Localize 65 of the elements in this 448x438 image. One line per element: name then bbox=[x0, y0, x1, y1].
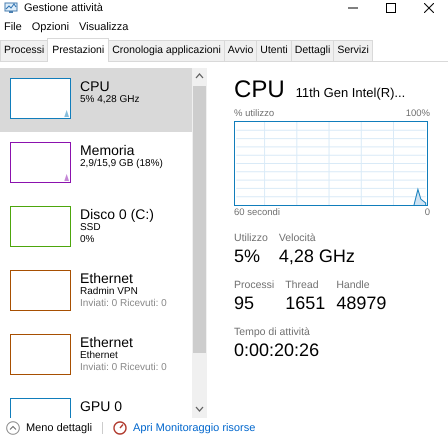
sidebar-item-subtitle: Radmin VPN bbox=[80, 286, 139, 298]
stat-label: Handle bbox=[336, 279, 371, 292]
axis-label: 0 bbox=[424, 206, 430, 220]
graph-thumbnail bbox=[10, 142, 71, 183]
stat-value: 4,28 GHz bbox=[278, 245, 355, 268]
stat-value: 95 bbox=[234, 292, 256, 314]
sidebar-item-title: Ethernet bbox=[80, 270, 134, 286]
detail-title: CPU bbox=[234, 76, 285, 104]
monitor-icon bbox=[4, 2, 18, 14]
sidebar-item-title: Memoria bbox=[80, 142, 136, 158]
sidebar-item-subtitle: 5% 4,28 GHz bbox=[80, 94, 140, 106]
stat-label: Tempo di attività bbox=[234, 326, 311, 340]
stat-value: 5% bbox=[234, 245, 262, 268]
sidebar-item-title: GPU 0 bbox=[80, 398, 122, 414]
tab[interactable]: Prestazioni bbox=[47, 38, 110, 62]
window-title: Gestione attività bbox=[24, 0, 104, 16]
tab[interactable]: Cronologia applicazioni bbox=[108, 40, 225, 61]
menu-item[interactable]: Visualizza bbox=[79, 18, 128, 36]
sidebar-item-title: Ethernet bbox=[80, 334, 134, 350]
menu-item[interactable]: File bbox=[4, 18, 22, 36]
tab[interactable]: Dettagli bbox=[290, 40, 334, 61]
axis-label: % utilizzo bbox=[234, 106, 274, 121]
sidebar-item-note: Inviati: 0 Ricevuti: 0 bbox=[80, 362, 168, 374]
close-icon[interactable] bbox=[424, 3, 434, 13]
selected-sidebar-item[interactable]: CPU 5% 4,28 GHz bbox=[0, 68, 192, 132]
scrollbar[interactable] bbox=[192, 68, 207, 418]
graph-thumbnail bbox=[10, 206, 71, 247]
less-details-link[interactable]: Meno dettagli bbox=[26, 420, 92, 436]
sidebar-item-subtitle: Ethernet bbox=[80, 350, 119, 362]
sidebar-item-note: Inviati: 0 Ricevuti: 0 bbox=[80, 298, 168, 310]
axis-label: 60 secondi bbox=[234, 206, 280, 220]
axis-label: 100% bbox=[406, 106, 430, 121]
menu-item[interactable]: Opzioni bbox=[32, 18, 70, 36]
resource-monitor-link[interactable]: Apri Monitoraggio risorse bbox=[133, 420, 256, 436]
gauge-icon bbox=[113, 421, 128, 435]
sidebar-item-subtitle: 0% bbox=[80, 234, 96, 246]
scroll-up-icon[interactable] bbox=[195, 73, 204, 79]
stat-value: 1651 bbox=[285, 292, 326, 314]
sidebar-item-title: Disco 0 (C:) bbox=[80, 206, 154, 222]
sidebar-item[interactable]: GPU 0 bbox=[0, 388, 192, 418]
tab[interactable]: Servizi bbox=[333, 40, 373, 61]
graph-thumbnail bbox=[10, 334, 71, 375]
scrollbar-thumb[interactable] bbox=[193, 86, 206, 353]
stat-value: 48979 bbox=[336, 292, 386, 314]
graph-thumbnail bbox=[10, 270, 71, 311]
sidebar-item-title: CPU bbox=[80, 78, 111, 94]
graph-thumbnail bbox=[10, 78, 71, 119]
sidebar-item-subtitle: 2,9/15,9 GB (18%) bbox=[80, 158, 163, 170]
tab[interactable]: Avvio bbox=[224, 40, 258, 61]
collapse-icon[interactable] bbox=[6, 421, 20, 435]
sidebar-item-subtitle: SSD bbox=[80, 222, 102, 234]
stat-label: Velocità bbox=[278, 232, 317, 246]
sidebar-item[interactable]: Ethernet Ethernet Inviati: 0 Ricevuti: 0 bbox=[0, 324, 192, 388]
sidebar-item[interactable]: Disco 0 (C:) SSD 0% bbox=[0, 196, 192, 260]
cpu-model: 11th Gen Intel(R)... bbox=[296, 84, 406, 102]
maximize-icon[interactable] bbox=[386, 3, 396, 13]
stat-label: Thread bbox=[285, 279, 320, 292]
stat-value: 0:00:20:26 bbox=[234, 339, 320, 362]
stat-label: Utilizzo bbox=[234, 232, 268, 246]
sidebar-item[interactable]: Memoria 2,9/15,9 GB (18%) bbox=[0, 132, 192, 196]
stat-label: Processi bbox=[234, 279, 274, 292]
sidebar-item[interactable]: Ethernet Radmin VPN Inviati: 0 Ricevuti: 0 bbox=[0, 260, 192, 324]
tab[interactable]: Utenti bbox=[256, 40, 292, 61]
scroll-down-icon[interactable] bbox=[195, 406, 204, 412]
tab[interactable]: Processi bbox=[0, 40, 48, 61]
